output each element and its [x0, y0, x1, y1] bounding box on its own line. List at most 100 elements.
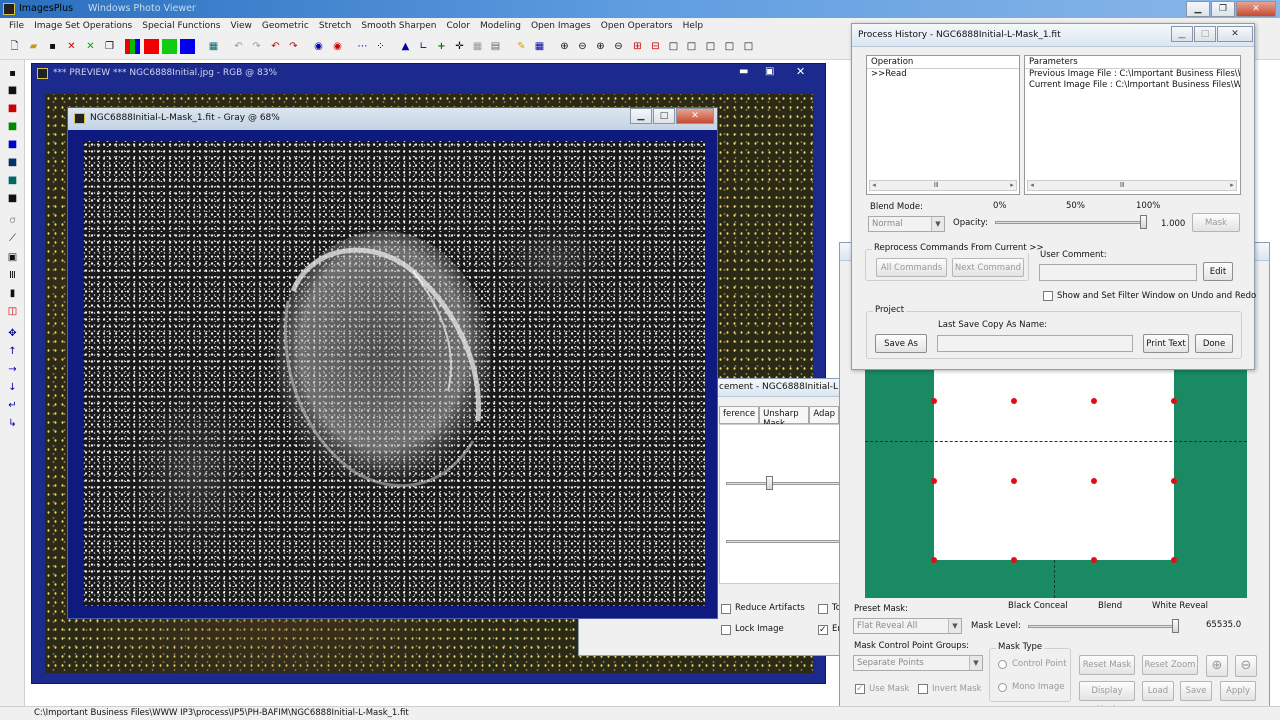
- control-point[interactable]: [931, 478, 937, 484]
- arrow-turn-icon[interactable]: ↳: [5, 416, 20, 431]
- print-text-button[interactable]: Print Text: [1143, 334, 1189, 353]
- to-checkbox[interactable]: [818, 604, 828, 614]
- grid-blue-icon[interactable]: ▦: [532, 39, 547, 54]
- copy-icon[interactable]: ❐: [102, 39, 117, 54]
- control-point[interactable]: [1171, 398, 1177, 404]
- frame3-icon[interactable]: □: [703, 39, 718, 54]
- reduce-artifacts-checkbox[interactable]: [721, 604, 731, 614]
- save-icon[interactable]: ▪: [45, 39, 60, 54]
- operation-row[interactable]: >>Read: [867, 69, 1019, 80]
- mask-button[interactable]: Mask: [1192, 213, 1240, 232]
- close-all-icon[interactable]: ✕: [83, 39, 98, 54]
- grid-small-icon[interactable]: ▦: [470, 39, 485, 54]
- reset-zoom-button[interactable]: Reset Zoom: [1142, 655, 1198, 675]
- enhancement-slider-2[interactable]: [726, 540, 840, 543]
- mask-image-close-icon[interactable]: ✕: [676, 108, 714, 124]
- rgb-icon[interactable]: [125, 39, 140, 54]
- operations-header[interactable]: Operation: [867, 56, 1019, 69]
- tab-difference[interactable]: ference: [719, 406, 760, 424]
- invert-mask-checkbox[interactable]: [918, 684, 928, 694]
- mask-image-titlebar[interactable]: NGC6888Initial-L-Mask_1.fit - Gray @ 68%…: [68, 108, 717, 130]
- add-icon[interactable]: +: [434, 39, 449, 54]
- mono-image-radio[interactable]: [998, 683, 1007, 692]
- menu-item-view[interactable]: View: [226, 18, 257, 34]
- zoom-minus-box-icon[interactable]: ⊟: [648, 39, 663, 54]
- opacity-thumb[interactable]: [1140, 215, 1147, 229]
- histogram-icon[interactable]: ▲: [398, 39, 413, 54]
- show-filter-checkbox[interactable]: [1043, 291, 1053, 301]
- frame5-icon[interactable]: □: [741, 39, 756, 54]
- brush-icon[interactable]: ⟋: [5, 231, 20, 246]
- crosshair-icon[interactable]: ✛: [452, 39, 467, 54]
- parameter-row[interactable]: Current Image File : C:\Important Busine…: [1025, 80, 1240, 91]
- use-mask-checkbox[interactable]: ✓: [855, 684, 865, 694]
- grid-icon[interactable]: ▦: [206, 39, 221, 54]
- control-point[interactable]: [1091, 557, 1097, 563]
- edit-button[interactable]: Edit: [1203, 262, 1233, 281]
- opacity-slider[interactable]: [995, 221, 1145, 224]
- control-point[interactable]: [931, 557, 937, 563]
- black-swatch-icon[interactable]: ■: [5, 191, 20, 206]
- menu-item-special-functions[interactable]: Special Functions: [137, 18, 225, 34]
- levels-icon[interactable]: Ⅲ: [5, 268, 20, 283]
- redo-icon[interactable]: ↷: [249, 39, 264, 54]
- next-command-button[interactable]: Next Command: [952, 258, 1024, 277]
- control-point[interactable]: [931, 398, 937, 404]
- close-icon[interactable]: ✕: [1236, 1, 1276, 17]
- zoom-plus-box-icon[interactable]: ⊞: [630, 39, 645, 54]
- menu-item-open-images[interactable]: Open Images: [526, 18, 596, 34]
- record-icon[interactable]: ◉: [311, 39, 326, 54]
- save-as-button[interactable]: Save As: [875, 334, 927, 353]
- parameters-header[interactable]: Parameters: [1025, 56, 1240, 69]
- control-point[interactable]: [1011, 557, 1017, 563]
- undo-icon[interactable]: ↶: [231, 39, 246, 54]
- ph-minimize-icon[interactable]: ▁: [1171, 26, 1193, 42]
- parameters-hscroll[interactable]: ◂ Ⅲ ▸: [1027, 180, 1237, 191]
- control-point[interactable]: [1091, 398, 1097, 404]
- preset-mask-select[interactable]: Flat Reveal All ▼: [853, 618, 962, 634]
- tab-unsharp-mask[interactable]: Unsharp Mask: [759, 406, 810, 429]
- apply-button[interactable]: Apply: [1220, 681, 1256, 701]
- control-point[interactable]: [1091, 478, 1097, 484]
- axis-icon[interactable]: ∟: [416, 39, 431, 54]
- pencil-icon[interactable]: ✎: [514, 39, 529, 54]
- red-channel-icon[interactable]: [144, 39, 159, 54]
- undo-all-icon[interactable]: ↶: [268, 39, 283, 54]
- menu-item-smooth-sharpen[interactable]: Smooth Sharpen: [356, 18, 441, 34]
- save-small-icon[interactable]: ▪: [5, 66, 20, 81]
- move-icon[interactable]: ✥: [5, 326, 20, 341]
- parameters-list[interactable]: Parameters Previous Image File : C:\Impo…: [1024, 55, 1241, 195]
- lock-image-checkbox[interactable]: [721, 625, 731, 635]
- table-icon[interactable]: ▤: [488, 39, 503, 54]
- control-point[interactable]: [1171, 478, 1177, 484]
- zoom-reset-icon[interactable]: ⊖: [611, 39, 626, 54]
- process-history-titlebar[interactable]: Process History - NGC6888Initial-L-Mask_…: [852, 24, 1254, 47]
- bar-icon[interactable]: ▮: [5, 286, 20, 301]
- en-checkbox[interactable]: ✓: [818, 625, 828, 635]
- zoom-in-button[interactable]: ⊕: [1206, 655, 1228, 677]
- menu-item-open-operators[interactable]: Open Operators: [596, 18, 678, 34]
- ph-close-icon[interactable]: ✕: [1217, 26, 1253, 42]
- frame4-icon[interactable]: □: [722, 39, 737, 54]
- frame2-icon[interactable]: □: [684, 39, 699, 54]
- tab-adaptive[interactable]: Adap: [809, 406, 839, 424]
- preview-minimize-icon[interactable]: ▬: [739, 66, 748, 77]
- control-point[interactable]: [1171, 557, 1177, 563]
- minimize-icon[interactable]: ▁: [1186, 1, 1210, 17]
- load-button[interactable]: Load: [1142, 681, 1174, 701]
- control-point[interactable]: [1011, 478, 1017, 484]
- save-button[interactable]: Save: [1180, 681, 1212, 701]
- dark-swatch-icon[interactable]: ■: [5, 155, 20, 170]
- record-red-icon[interactable]: ◉: [330, 39, 345, 54]
- zoom-fit-icon[interactable]: ⊕: [593, 39, 608, 54]
- teal-swatch-icon[interactable]: ■: [5, 173, 20, 188]
- arrow-down-icon[interactable]: ↓: [5, 380, 20, 395]
- menu-item-file[interactable]: File: [4, 18, 29, 34]
- cp-groups-select[interactable]: Separate Points ▼: [853, 655, 983, 671]
- user-comment-field[interactable]: [1039, 264, 1197, 281]
- frame1-icon[interactable]: □: [666, 39, 681, 54]
- arrow-up-icon[interactable]: ↑: [5, 344, 20, 359]
- dots-icon[interactable]: ⋯: [355, 39, 370, 54]
- zoom-out-button[interactable]: ⊖: [1235, 655, 1257, 677]
- blend-mode-select[interactable]: Normal ▼: [868, 216, 945, 232]
